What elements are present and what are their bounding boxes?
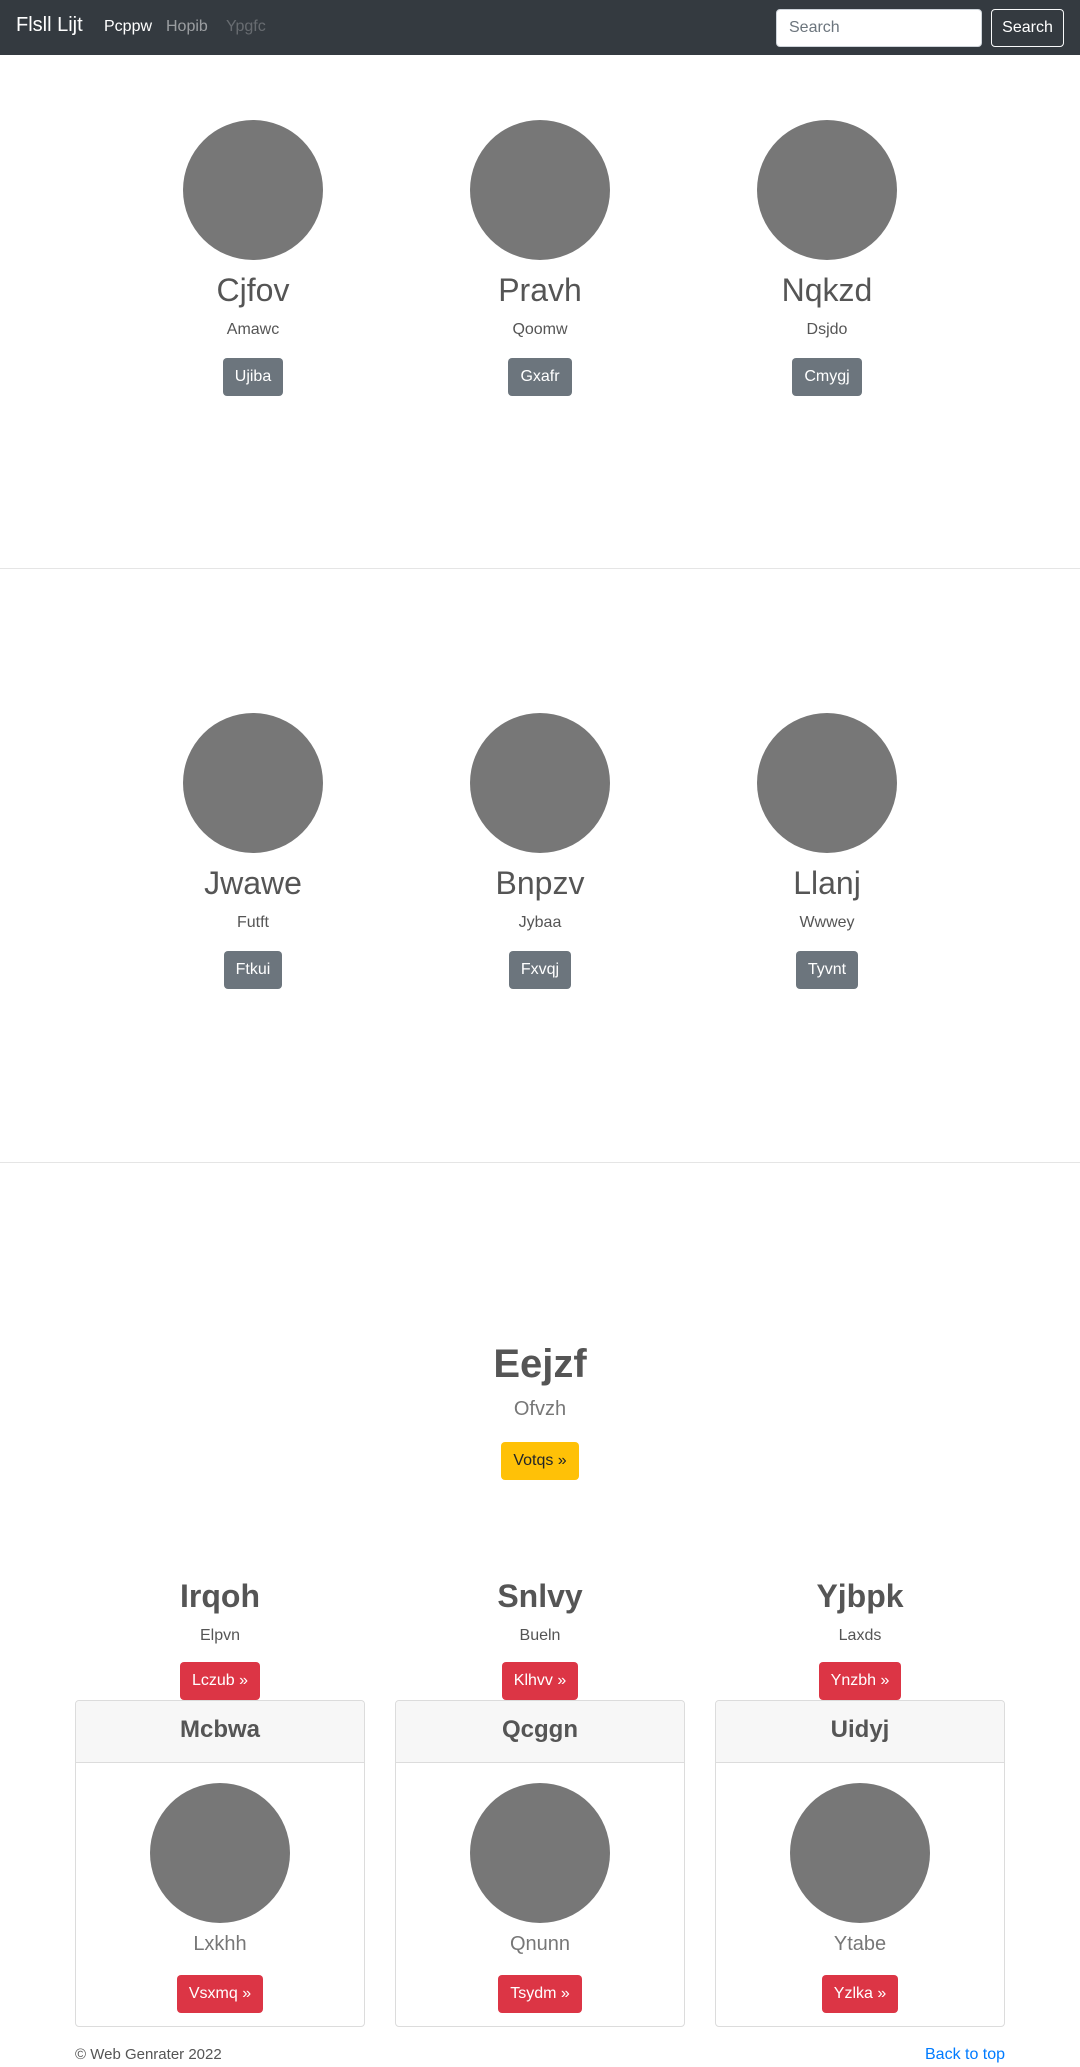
feature-button[interactable]: Ynzbh » bbox=[818, 1662, 902, 1700]
card-button[interactable]: Tsydm » bbox=[498, 1975, 582, 2013]
avatar-placeholder bbox=[757, 120, 897, 260]
avatar-placeholder bbox=[470, 713, 610, 853]
footer-copyright: © Web Genrater 2022 bbox=[75, 2046, 222, 2063]
card-image-placeholder bbox=[790, 1783, 930, 1923]
feature-button[interactable]: Lczub » bbox=[179, 1662, 261, 1700]
feature-title: Irqoh bbox=[180, 1578, 260, 1614]
profile-subtitle: Dsjdo bbox=[806, 321, 848, 338]
avatar-placeholder bbox=[757, 713, 897, 853]
avatar-placeholder bbox=[183, 713, 323, 853]
nav-link-3-disabled: Ypgfc bbox=[226, 18, 266, 35]
section-divider bbox=[0, 1162, 1080, 1163]
profile-subtitle: Wwwey bbox=[799, 914, 855, 931]
avatar-placeholder bbox=[470, 120, 610, 260]
card-image-placeholder bbox=[150, 1783, 290, 1923]
section-divider bbox=[0, 568, 1080, 569]
card-header: Mcbwa bbox=[76, 1701, 364, 1763]
hero-title: Eejzf bbox=[493, 1342, 587, 1386]
profile-name: Cjfov bbox=[216, 272, 290, 308]
avatar-placeholder bbox=[183, 120, 323, 260]
search-button[interactable]: Search bbox=[991, 9, 1064, 47]
profile-subtitle: Qoomw bbox=[512, 321, 568, 338]
back-to-top-link[interactable]: Back to top bbox=[925, 2046, 1005, 2064]
navbar-brand[interactable]: Flsll Lijt bbox=[16, 14, 83, 37]
feature-column: Irqoh Elpvn Lczub » bbox=[75, 1576, 365, 1700]
profile-button[interactable]: Ujiba bbox=[222, 358, 284, 396]
card-image-placeholder bbox=[470, 1783, 610, 1923]
profile-button[interactable]: Fxvqj bbox=[508, 951, 572, 989]
profile-button[interactable]: Cmygj bbox=[792, 358, 862, 396]
card-subtitle: Qnunn bbox=[509, 1933, 571, 1955]
nav-link-1[interactable]: Pcppw bbox=[104, 18, 152, 36]
nav-link-2[interactable]: Hopib bbox=[166, 18, 208, 36]
card: Uidyj Ytabe Yzlka » bbox=[715, 1700, 1005, 2027]
profile-item: Llanj Wwwey Tyvnt bbox=[677, 713, 977, 989]
card-button[interactable]: Yzlka » bbox=[821, 1975, 899, 2013]
feature-button[interactable]: Klhvv » bbox=[501, 1662, 579, 1700]
profile-name: Nqkzd bbox=[781, 272, 873, 308]
card-subtitle: Ytabe bbox=[833, 1933, 887, 1955]
hero-button[interactable]: Votqs » bbox=[501, 1442, 579, 1480]
profile-name: Jwawe bbox=[204, 865, 302, 901]
card-header: Uidyj bbox=[716, 1701, 1004, 1763]
profile-item: Jwawe Futft Ftkui bbox=[103, 713, 403, 989]
card: Qcggn Qnunn Tsydm » bbox=[395, 1700, 685, 2027]
profile-button[interactable]: Tyvnt bbox=[795, 951, 859, 989]
search-input[interactable] bbox=[776, 9, 982, 47]
profile-subtitle: Amawc bbox=[226, 321, 280, 338]
feature-subtitle: Elpvn bbox=[199, 1627, 241, 1644]
feature-column: Snlvy Bueln Klhvv » bbox=[395, 1576, 685, 1700]
feature-title: Snlvy bbox=[497, 1578, 583, 1614]
profile-subtitle: Jybaa bbox=[518, 914, 562, 931]
navbar: Flsll Lijt Pcppw Hopib Ypgfc Search bbox=[0, 0, 1080, 55]
profile-button[interactable]: Gxafr bbox=[508, 358, 572, 396]
profile-item: Bnpzv Jybaa Fxvqj bbox=[390, 713, 690, 989]
card-button[interactable]: Vsxmq » bbox=[176, 1975, 264, 2013]
card: Mcbwa Lxkhh Vsxmq » bbox=[75, 1700, 365, 2027]
card-subtitle: Lxkhh bbox=[193, 1933, 247, 1955]
hero-button-wrap: Votqs » bbox=[0, 1442, 1080, 1480]
profile-name: Llanj bbox=[793, 865, 861, 901]
profile-subtitle: Futft bbox=[236, 914, 269, 931]
feature-title: Yjbpk bbox=[816, 1578, 904, 1614]
feature-subtitle: Laxds bbox=[838, 1627, 882, 1644]
feature-subtitle: Bueln bbox=[519, 1627, 561, 1644]
card-header: Qcggn bbox=[396, 1701, 684, 1763]
profile-item: Cjfov Amawc Ujiba bbox=[103, 120, 403, 396]
profile-name: Bnpzv bbox=[495, 865, 585, 901]
profile-name: Pravh bbox=[498, 272, 582, 308]
feature-column: Yjbpk Laxds Ynzbh » bbox=[715, 1576, 1005, 1700]
profile-item: Nqkzd Dsjdo Cmygj bbox=[677, 120, 977, 396]
hero-subtitle: Ofvzh bbox=[513, 1398, 567, 1420]
profile-button[interactable]: Ftkui bbox=[223, 951, 283, 989]
profile-item: Pravh Qoomw Gxafr bbox=[390, 120, 690, 396]
